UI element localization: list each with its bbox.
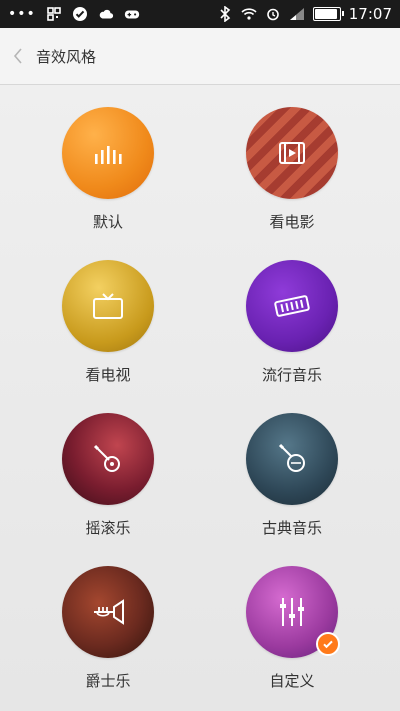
chevron-left-icon — [13, 48, 22, 64]
style-tile-tv[interactable]: 看电视 — [38, 260, 178, 400]
style-label: 自定义 — [269, 672, 315, 690]
qr-icon — [46, 6, 62, 22]
style-label: 看电影 — [269, 213, 315, 231]
style-label: 默认 — [92, 213, 123, 231]
style-circle — [246, 413, 338, 505]
style-tile-pop[interactable]: 流行音乐 — [222, 260, 362, 400]
battery-icon — [312, 7, 344, 21]
style-label: 古典音乐 — [261, 519, 322, 537]
status-left: ••• — [0, 6, 140, 22]
style-circle — [62, 566, 154, 658]
style-tile-custom[interactable]: 自定义 — [222, 566, 362, 706]
check-icon — [323, 640, 333, 649]
title-bar: 音效风格 — [0, 28, 400, 85]
style-label: 摇滚乐 — [85, 519, 131, 537]
style-circle — [62, 260, 154, 352]
style-circle — [62, 413, 154, 505]
selected-check-badge — [316, 632, 340, 656]
wifi-icon — [241, 6, 257, 22]
style-label: 爵士乐 — [85, 672, 131, 690]
movie-play-icon — [279, 142, 305, 164]
style-tile-movie[interactable]: 看电影 — [222, 107, 362, 247]
style-tile-rock[interactable]: 摇滚乐 — [38, 413, 178, 553]
style-circle — [246, 566, 340, 658]
bluetooth-icon — [217, 6, 233, 22]
equalizer-bars-icon — [95, 146, 122, 164]
status-bar: ••• 17:07 — [0, 0, 400, 28]
page-title: 音效风格 — [36, 47, 97, 66]
cloud-icon — [98, 6, 114, 22]
alarm-icon — [265, 6, 281, 22]
sound-style-grid: 默认 看电影 看电视 流行音乐 摇滚乐 古典音乐 爵士乐 自定义 — [0, 85, 400, 711]
sliders-icon — [280, 598, 304, 626]
style-label: 流行音乐 — [261, 366, 322, 384]
tv-icon — [93, 293, 123, 319]
check-circle-icon — [72, 6, 88, 22]
banjo-icon — [278, 443, 305, 472]
back-button[interactable] — [0, 28, 36, 84]
style-tile-classical[interactable]: 古典音乐 — [222, 413, 362, 553]
electric-guitar-icon — [93, 444, 120, 472]
game-icon — [124, 6, 140, 22]
trumpet-icon — [94, 599, 124, 625]
keyboard-icon — [274, 295, 310, 317]
notification-dots: ••• — [8, 6, 36, 22]
status-right: 17:07 — [217, 5, 400, 23]
style-circle — [246, 107, 338, 199]
signal-icon — [289, 6, 305, 22]
style-tile-jazz[interactable]: 爵士乐 — [38, 566, 178, 706]
style-tile-default[interactable]: 默认 — [38, 107, 178, 247]
battery-level — [314, 9, 337, 19]
style-label: 看电视 — [85, 366, 131, 384]
style-circle — [62, 107, 154, 199]
style-circle — [246, 260, 338, 352]
clock: 17:07 — [348, 5, 392, 23]
